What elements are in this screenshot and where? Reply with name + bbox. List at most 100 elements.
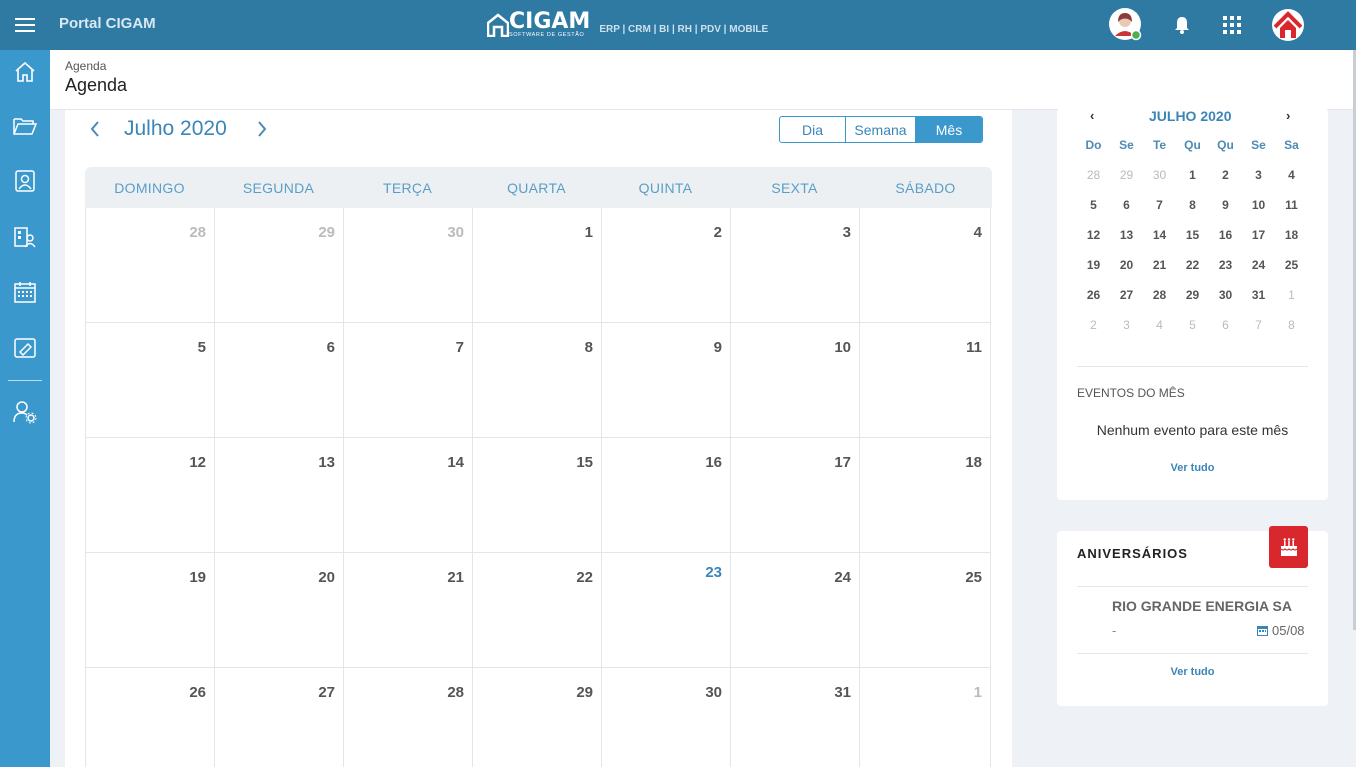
events-see-all-link[interactable]: Ver tudo xyxy=(1057,462,1328,474)
mini-day[interactable]: 30 xyxy=(1143,160,1176,190)
sidebar-item-tickets[interactable] xyxy=(0,328,50,368)
portal-title[interactable]: Portal CIGAM xyxy=(59,15,156,32)
mini-day[interactable]: 2 xyxy=(1077,310,1110,340)
day-cell[interactable]: 7 xyxy=(344,323,473,438)
day-cell[interactable]: 30 xyxy=(344,208,473,323)
day-cell[interactable]: 18 xyxy=(860,438,991,553)
day-cell[interactable]: 6 xyxy=(215,323,344,438)
hamburger-menu-button[interactable] xyxy=(0,0,50,50)
sidebar-item-documents[interactable] xyxy=(0,106,50,146)
mini-day[interactable]: 12 xyxy=(1077,220,1110,250)
mini-day[interactable]: 28 xyxy=(1143,280,1176,310)
day-cell[interactable]: 9 xyxy=(602,323,731,438)
sidebar-item-user-settings[interactable] xyxy=(0,392,50,432)
day-cell[interactable]: 25 xyxy=(860,553,991,668)
mini-day[interactable]: 4 xyxy=(1143,310,1176,340)
day-cell[interactable]: 11 xyxy=(860,323,991,438)
view-week-button[interactable]: Semana xyxy=(846,117,916,142)
day-cell[interactable]: 4 xyxy=(860,208,991,323)
mini-day[interactable]: 1 xyxy=(1176,160,1209,190)
day-cell[interactable]: 21 xyxy=(344,553,473,668)
notifications-button[interactable] xyxy=(1167,10,1197,40)
mini-day[interactable]: 8 xyxy=(1275,310,1308,340)
mini-day[interactable]: 11 xyxy=(1275,190,1308,220)
mini-day[interactable]: 10 xyxy=(1242,190,1275,220)
mini-day[interactable]: 20 xyxy=(1110,250,1143,280)
mini-day[interactable]: 23 xyxy=(1209,250,1242,280)
mini-day[interactable]: 5 xyxy=(1077,190,1110,220)
mini-day[interactable]: 28 xyxy=(1077,160,1110,190)
company-logo-button[interactable] xyxy=(1271,8,1305,42)
view-day-button[interactable]: Dia xyxy=(780,117,846,142)
previous-month-button[interactable] xyxy=(85,118,105,140)
sidebar-item-agenda[interactable] xyxy=(0,272,50,312)
mini-day[interactable]: 5 xyxy=(1176,310,1209,340)
sidebar-item-contacts[interactable] xyxy=(0,161,50,201)
mini-day[interactable]: 2 xyxy=(1209,160,1242,190)
day-cell[interactable]: 2 xyxy=(602,208,731,323)
day-cell[interactable]: 10 xyxy=(731,323,860,438)
day-cell[interactable]: 29 xyxy=(215,208,344,323)
mini-day[interactable]: 1 xyxy=(1275,280,1308,310)
day-cell[interactable]: 28 xyxy=(86,208,215,323)
mini-day[interactable]: 25 xyxy=(1275,250,1308,280)
mini-next-month-button[interactable]: › xyxy=(1286,108,1290,123)
view-month-button[interactable]: Mês xyxy=(916,117,982,142)
day-cell[interactable]: 30 xyxy=(602,668,731,767)
mini-day[interactable]: 19 xyxy=(1077,250,1110,280)
mini-day[interactable]: 18 xyxy=(1275,220,1308,250)
day-cell[interactable]: 20 xyxy=(215,553,344,668)
sidebar-item-directory[interactable] xyxy=(0,217,50,257)
day-cell[interactable]: 13 xyxy=(215,438,344,553)
mini-day[interactable]: 14 xyxy=(1143,220,1176,250)
apps-grid-button[interactable] xyxy=(1217,10,1247,40)
day-cell[interactable]: 19 xyxy=(86,553,215,668)
day-cell[interactable]: 24 xyxy=(731,553,860,668)
mini-day[interactable]: 6 xyxy=(1110,190,1143,220)
mini-day[interactable]: 22 xyxy=(1176,250,1209,280)
day-cell[interactable]: 29 xyxy=(473,668,602,767)
mini-day[interactable]: 13 xyxy=(1110,220,1143,250)
mini-day[interactable]: 29 xyxy=(1176,280,1209,310)
mini-day[interactable]: 7 xyxy=(1143,190,1176,220)
mini-day[interactable]: 29 xyxy=(1110,160,1143,190)
mini-day[interactable]: 26 xyxy=(1077,280,1110,310)
mini-day[interactable]: 21 xyxy=(1143,250,1176,280)
mini-day[interactable]: 17 xyxy=(1242,220,1275,250)
day-cell[interactable]: 26 xyxy=(86,668,215,767)
mini-day[interactable]: 15 xyxy=(1176,220,1209,250)
birthdays-see-all-link[interactable]: Ver tudo xyxy=(1057,666,1328,678)
day-cell[interactable]: 1 xyxy=(860,668,991,767)
next-month-button[interactable] xyxy=(252,118,272,140)
day-cell[interactable]: 16 xyxy=(602,438,731,553)
sidebar-item-home[interactable] xyxy=(0,52,50,92)
birthday-name[interactable]: RIO GRANDE ENERGIA SA xyxy=(1112,598,1292,614)
day-cell[interactable]: 1 xyxy=(473,208,602,323)
day-cell[interactable]: 15 xyxy=(473,438,602,553)
day-cell[interactable]: 3 xyxy=(731,208,860,323)
mini-day[interactable]: 6 xyxy=(1209,310,1242,340)
day-cell[interactable]: 17 xyxy=(731,438,860,553)
day-cell[interactable]: 28 xyxy=(344,668,473,767)
mini-day[interactable]: 30 xyxy=(1209,280,1242,310)
user-avatar[interactable] xyxy=(1109,8,1143,42)
mini-day[interactable]: 24 xyxy=(1242,250,1275,280)
mini-day[interactable]: 31 xyxy=(1242,280,1275,310)
mini-prev-month-button[interactable]: ‹ xyxy=(1090,108,1094,123)
day-cell[interactable]: 14 xyxy=(344,438,473,553)
mini-day[interactable]: 16 xyxy=(1209,220,1242,250)
breadcrumb[interactable]: Agenda xyxy=(65,59,106,73)
mini-day[interactable]: 3 xyxy=(1242,160,1275,190)
mini-day[interactable]: 9 xyxy=(1209,190,1242,220)
day-cell[interactable]: 31 xyxy=(731,668,860,767)
day-cell-today[interactable]: 23 xyxy=(602,553,731,668)
mini-day[interactable]: 7 xyxy=(1242,310,1275,340)
mini-day[interactable]: 4 xyxy=(1275,160,1308,190)
day-cell[interactable]: 27 xyxy=(215,668,344,767)
day-cell[interactable]: 8 xyxy=(473,323,602,438)
day-cell[interactable]: 12 xyxy=(86,438,215,553)
day-cell[interactable]: 5 xyxy=(86,323,215,438)
mini-day[interactable]: 8 xyxy=(1176,190,1209,220)
mini-day[interactable]: 3 xyxy=(1110,310,1143,340)
mini-day[interactable]: 27 xyxy=(1110,280,1143,310)
